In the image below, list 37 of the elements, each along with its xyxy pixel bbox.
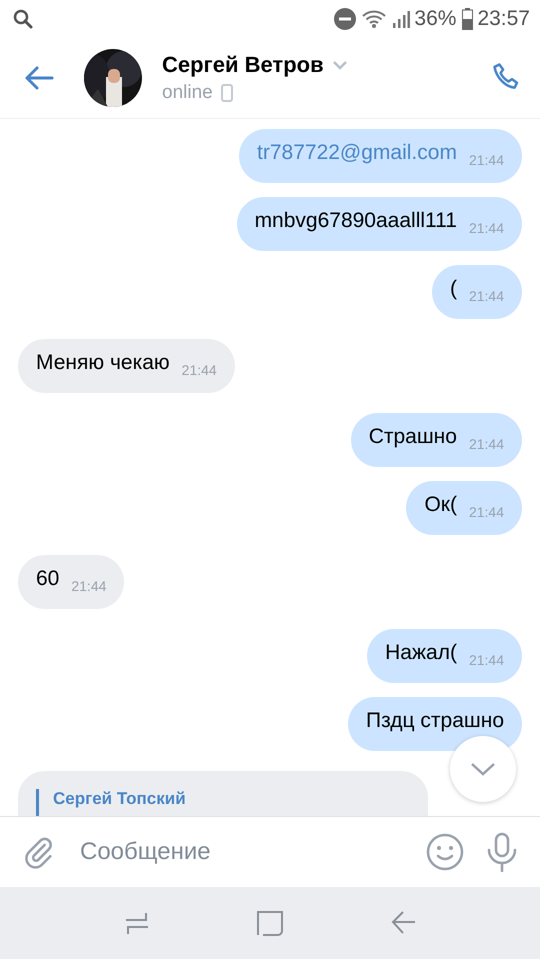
message-time: 21:44 <box>468 504 504 520</box>
message-text: Нажал( <box>385 641 457 665</box>
message-text: ( <box>450 277 457 301</box>
message-time: 21:44 <box>468 436 504 452</box>
microphone-icon[interactable] <box>486 832 518 872</box>
emoji-icon[interactable] <box>426 833 464 871</box>
message-time: 21:44 <box>468 288 504 304</box>
message-time: 21:44 <box>71 578 106 594</box>
clock-time: 23:57 <box>477 7 530 31</box>
message-text: 60 <box>36 567 60 591</box>
message-input[interactable]: Сообщение <box>78 837 404 867</box>
chevron-down-icon <box>332 60 348 70</box>
message-text: Пздц страшно <box>366 709 504 733</box>
message-time: 21:44 <box>468 652 504 668</box>
wifi-icon <box>362 9 386 29</box>
signal-icon <box>392 10 410 28</box>
online-status: online <box>162 82 213 104</box>
back-icon[interactable] <box>390 910 416 936</box>
message-text: Меняю чекаю <box>36 351 170 375</box>
message-text: mnbvg67890aaalll111 <box>254 209 457 233</box>
scroll-down-button[interactable] <box>450 736 516 802</box>
quote-author: Сергей Топский <box>36 789 186 816</box>
message-text: Ок( <box>424 493 457 517</box>
message-time: 21:44 <box>468 152 504 168</box>
phone-device-icon <box>220 84 233 102</box>
message-time: 21:44 <box>182 362 217 378</box>
battery-percent: 36% <box>414 7 456 31</box>
chevron-down-icon <box>470 761 496 777</box>
message-time: 21:44 <box>468 220 504 236</box>
message-text: Страшно <box>368 425 457 449</box>
contact-name[interactable]: Сергей Ветров <box>162 52 324 78</box>
recent-apps-icon[interactable] <box>124 910 150 936</box>
do-not-disturb-icon <box>334 8 356 30</box>
home-icon[interactable] <box>256 910 283 936</box>
battery-icon <box>462 8 474 30</box>
back-button[interactable] <box>24 65 54 91</box>
search-icon <box>12 8 34 30</box>
